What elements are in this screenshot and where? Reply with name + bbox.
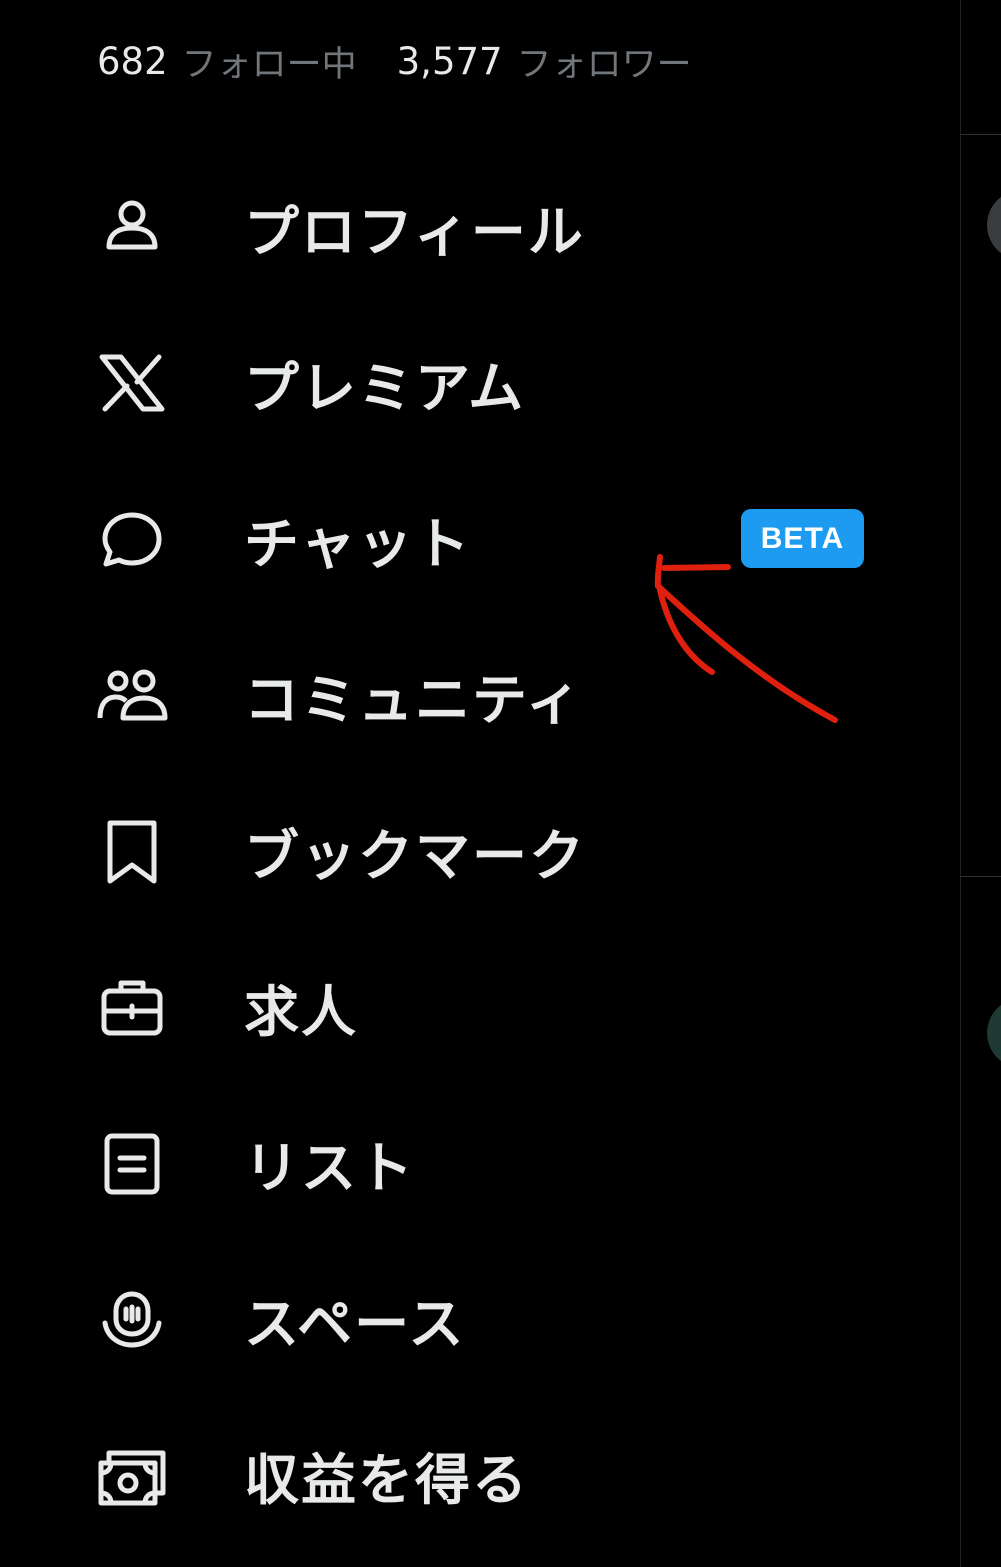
- menu-item-communities[interactable]: コミュニティ: [96, 650, 876, 740]
- timeline-divider: [961, 134, 1001, 135]
- list-icon: [96, 1127, 168, 1199]
- money-icon: [96, 1439, 168, 1511]
- background-timeline-peek: [960, 0, 1001, 1567]
- beta-badge: BETA: [741, 509, 864, 568]
- avatar: [987, 190, 1001, 260]
- menu-label-profile: プロフィール: [244, 200, 585, 264]
- avatar: [987, 998, 1001, 1068]
- menu-label-chat: チャット: [244, 512, 472, 576]
- timeline-divider: [961, 876, 1001, 877]
- communities-icon: [96, 659, 168, 731]
- person-icon: [96, 191, 168, 263]
- following-label[interactable]: フォロー中: [182, 36, 357, 87]
- menu-item-lists[interactable]: リスト: [96, 1118, 876, 1208]
- menu-item-monetization[interactable]: 収益を得る: [96, 1430, 876, 1520]
- briefcase-icon: [96, 971, 168, 1043]
- chat-bubble-icon: [96, 503, 168, 575]
- menu-item-bookmarks[interactable]: ブックマーク: [96, 806, 876, 896]
- follow-stats: 682 フォロー中 3,577 フォロワー: [97, 36, 692, 86]
- followers-count[interactable]: 3,577: [397, 40, 503, 83]
- menu-item-spaces[interactable]: スペース: [96, 1274, 876, 1364]
- spaces-microphone-icon: [96, 1283, 168, 1355]
- navigation-drawer: 682 フォロー中 3,577 フォロワー プロフィール プレミアム チャット …: [0, 0, 960, 1567]
- followers-label[interactable]: フォロワー: [517, 36, 692, 87]
- menu-item-profile[interactable]: プロフィール: [96, 182, 876, 272]
- menu-label-monetization: 収益を得る: [244, 1448, 530, 1512]
- menu-item-chat[interactable]: チャット BETA: [96, 494, 876, 584]
- following-count[interactable]: 682: [97, 40, 168, 83]
- x-logo-icon: [96, 347, 168, 419]
- bookmark-icon: [96, 815, 168, 887]
- menu-label-jobs: 求人: [244, 980, 359, 1044]
- menu-label-premium: プレミアム: [244, 356, 526, 420]
- menu-item-premium[interactable]: プレミアム: [96, 338, 876, 428]
- menu-label-communities: コミュニティ: [244, 668, 583, 732]
- menu-item-jobs[interactable]: 求人: [96, 962, 876, 1052]
- menu-label-spaces: スペース: [244, 1292, 466, 1356]
- menu-label-bookmarks: ブックマーク: [244, 824, 587, 888]
- menu-label-lists: リスト: [244, 1136, 416, 1200]
